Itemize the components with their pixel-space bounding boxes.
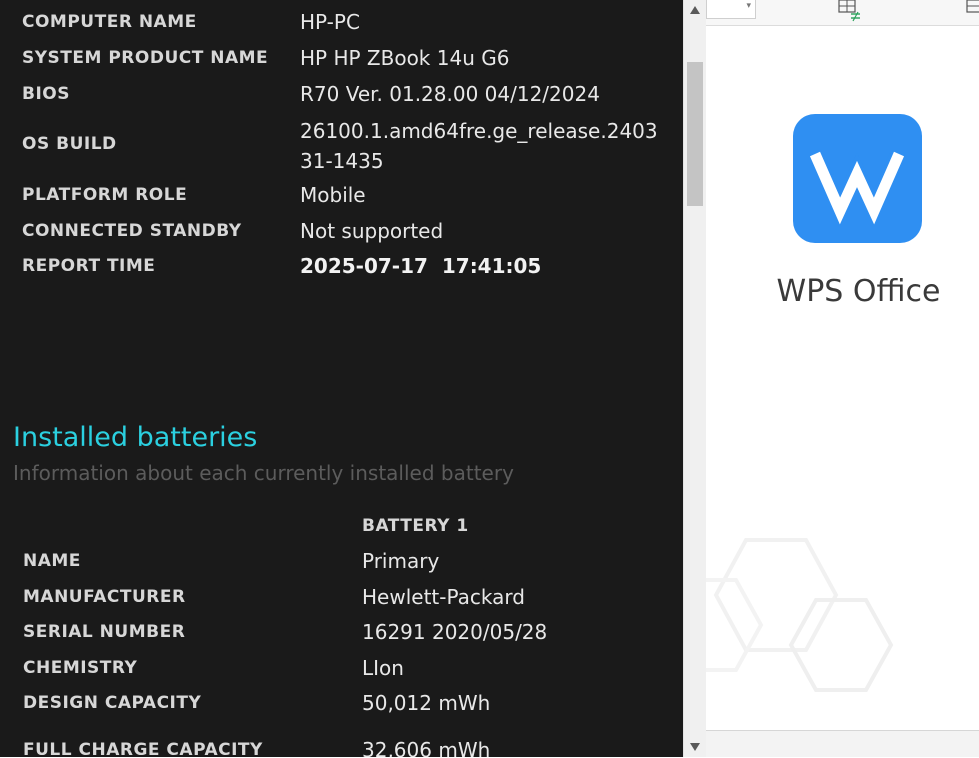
scrollbar-thumb[interactable]: [687, 62, 703, 206]
row-label: CONNECTED STANDBY: [22, 221, 242, 241]
row-label: COMPUTER NAME: [22, 12, 197, 32]
row-label: MANUFACTURER: [23, 587, 186, 607]
wps-logo-icon: [793, 114, 922, 243]
row-label: NAME: [23, 551, 81, 571]
status-bar: [706, 730, 979, 757]
scroll-down-icon[interactable]: [684, 737, 706, 757]
hexagon-pattern-icon: [706, 538, 894, 692]
scroll-up-icon[interactable]: [684, 0, 706, 20]
row-value: 50,012 mWh: [362, 691, 491, 715]
section-subtitle: Information about each currently install…: [13, 461, 514, 485]
row-value: 2025-07-17 17:41:05: [300, 254, 542, 278]
row-value: Hewlett-Packard: [362, 585, 525, 609]
row-label: OS BUILD: [22, 134, 117, 154]
vertical-scrollbar[interactable]: [683, 0, 706, 757]
wps-office-window: ▾ WPS Office: [706, 0, 979, 757]
battery-report-pane: COMPUTER NAME HP-PC SYSTEM PRODUCT NAME …: [0, 0, 683, 757]
row-value: R70 Ver. 01.28.00 04/12/2024: [300, 82, 600, 106]
toolbar-strip: ▾: [706, 0, 979, 26]
row-label: FULL CHARGE CAPACITY: [23, 740, 263, 757]
chevron-down-icon: ▾: [746, 1, 751, 11]
row-value: HP-PC: [300, 10, 360, 34]
battery-column-header: BATTERY 1: [362, 516, 469, 536]
row-value: 16291 2020/05/28: [362, 620, 548, 644]
row-label: CHEMISTRY: [23, 658, 138, 678]
app-title: WPS Office: [776, 274, 941, 309]
row-value: 26100.1.amd64fre.ge_release.240331-1435: [300, 119, 658, 173]
table-icon[interactable]: [964, 0, 979, 22]
section-title: Installed batteries: [13, 422, 258, 453]
row-value: Not supported: [300, 219, 444, 243]
row-value: Mobile: [300, 183, 366, 207]
toolbar-dropdown[interactable]: ▾: [706, 0, 756, 19]
row-label: BIOS: [22, 84, 70, 104]
table-format-icon[interactable]: [836, 0, 866, 22]
row-label: SYSTEM PRODUCT NAME: [22, 48, 269, 68]
row-value: 32,606 mWh: [362, 738, 491, 757]
row-value: LIon: [362, 656, 404, 680]
row-label: DESIGN CAPACITY: [23, 693, 202, 713]
row-label: PLATFORM ROLE: [22, 185, 188, 205]
row-value: HP HP ZBook 14u G6: [300, 46, 510, 70]
row-value: Primary: [362, 549, 440, 573]
row-label: SERIAL NUMBER: [23, 622, 186, 642]
row-label: REPORT TIME: [22, 256, 156, 276]
